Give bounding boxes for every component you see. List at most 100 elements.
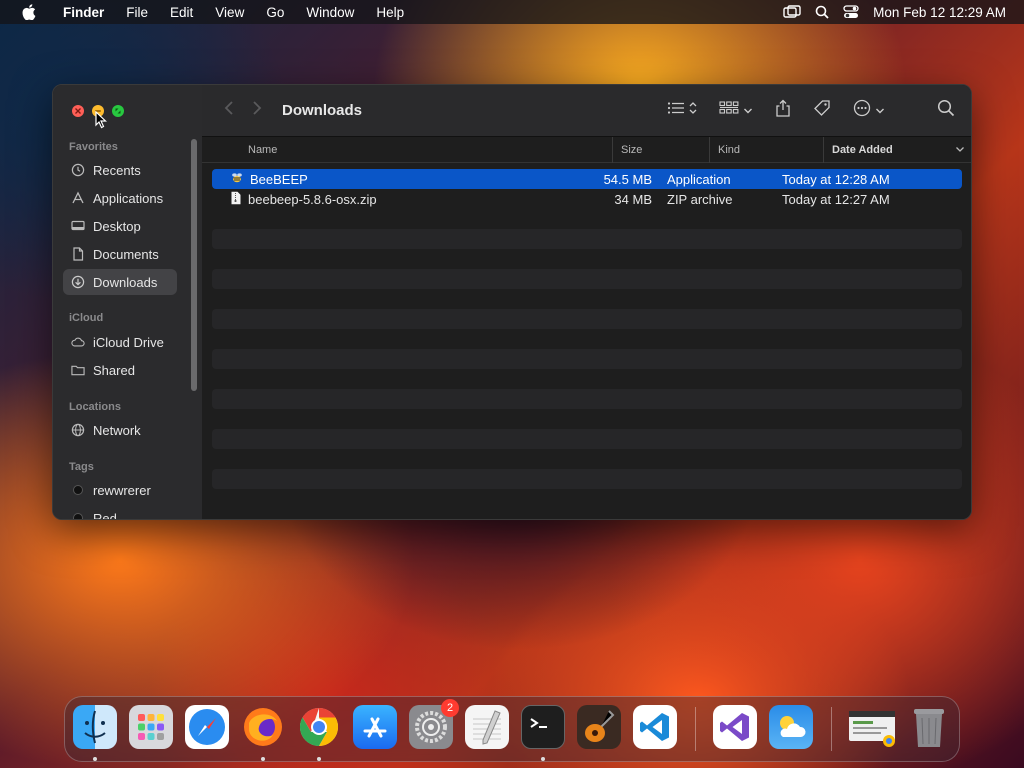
spotlight-search-icon[interactable]: [815, 5, 829, 19]
sort-descending-icon: [955, 144, 965, 156]
menu-window[interactable]: Window: [295, 5, 365, 20]
column-kind[interactable]: Kind: [709, 137, 740, 163]
empty-row: [212, 329, 962, 349]
close-button[interactable]: [72, 105, 84, 117]
finder-window: Favorites Recents Applications Desktop D…: [52, 84, 972, 520]
sidebar-item-label: Red: [93, 510, 117, 520]
dock-firefox-icon[interactable]: [241, 705, 285, 749]
mouse-pointer-icon: [95, 110, 108, 134]
empty-row: [212, 289, 962, 309]
dock-weather-icon[interactable]: [769, 705, 813, 749]
share-button[interactable]: [775, 99, 791, 122]
sidebar-item-network[interactable]: Network: [63, 417, 177, 443]
control-center-icon[interactable]: [843, 5, 859, 19]
grid-group-icon: [719, 101, 739, 120]
sidebar-item-applications[interactable]: Applications: [63, 185, 177, 211]
column-date-added[interactable]: Date Added: [823, 137, 971, 163]
empty-row: [212, 229, 962, 249]
column-size[interactable]: Size: [612, 137, 642, 163]
menu-file[interactable]: File: [115, 5, 159, 20]
empty-row: [212, 349, 962, 369]
section-locations: Locations: [69, 401, 121, 413]
dock-system-settings-icon[interactable]: 2: [409, 699, 459, 749]
menu-help[interactable]: Help: [365, 5, 415, 20]
window-title: Downloads: [282, 102, 363, 119]
dock-separator: [831, 707, 832, 751]
search-button[interactable]: [937, 99, 955, 122]
sidebar-item-label: Shared: [93, 362, 135, 378]
apple-menu-icon[interactable]: [18, 1, 40, 23]
empty-row: [212, 429, 962, 449]
sidebar-item-shared[interactable]: Shared: [63, 357, 177, 383]
sidebar-item-label: Applications: [93, 190, 164, 206]
file-browser: Downloads Name Size Kind Date Added BeeB…: [202, 85, 971, 519]
file-size: 54.5 MB: [603, 171, 652, 187]
dock-terminal-icon[interactable]: [521, 705, 565, 749]
clock-icon: [71, 163, 85, 177]
empty-row: [212, 209, 962, 229]
dock-chrome-icon[interactable]: [297, 705, 341, 749]
up-down-chevron-icon: [689, 101, 697, 120]
sidebar-tag-rewwrerer[interactable]: rewwrerer: [63, 477, 177, 503]
menu-view[interactable]: View: [204, 5, 255, 20]
dock-launchpad-icon[interactable]: [129, 705, 173, 749]
zoom-button[interactable]: [112, 105, 124, 117]
dock-app-store-icon[interactable]: [353, 705, 397, 749]
screen-mirroring-icon[interactable]: [783, 5, 801, 19]
dock-finder-icon[interactable]: [73, 705, 117, 749]
running-indicator: [317, 757, 321, 761]
menu-bar: Finder File Edit View Go Window Help Mon…: [0, 0, 1024, 24]
empty-row: [212, 269, 962, 289]
column-name[interactable]: Name: [240, 137, 277, 163]
file-kind: Application: [667, 171, 731, 187]
tag-icon: [813, 99, 831, 122]
file-list: BeeBEEP 54.5 MB Application Today at 12:…: [212, 169, 962, 509]
forward-button[interactable]: [252, 100, 262, 121]
desktop-icon: [71, 219, 85, 233]
table-row[interactable]: beebeep-5.8.6-osx.zip 34 MB ZIP archive …: [212, 189, 962, 209]
action-menu-button[interactable]: [853, 99, 885, 122]
sidebar-tag-red[interactable]: Red: [63, 505, 177, 520]
menu-go[interactable]: Go: [255, 5, 295, 20]
sidebar-item-icloud-drive[interactable]: iCloud Drive: [63, 329, 177, 355]
sidebar-item-desktop[interactable]: Desktop: [63, 213, 177, 239]
shared-folder-icon: [71, 363, 85, 377]
dock-garageband-icon[interactable]: [577, 705, 621, 749]
list-view-icon: [667, 101, 685, 120]
empty-row: [212, 469, 962, 489]
dock-visual-studio-icon[interactable]: [713, 705, 757, 749]
globe-icon: [71, 423, 85, 437]
section-icloud: iCloud: [69, 312, 104, 324]
back-button[interactable]: [224, 100, 234, 121]
file-kind: ZIP archive: [667, 191, 733, 207]
dock-chrome-app-window-icon[interactable]: [847, 705, 899, 749]
sidebar-scrollbar[interactable]: [191, 139, 197, 391]
empty-row: [212, 489, 962, 509]
menu-app-name[interactable]: Finder: [52, 5, 115, 20]
dock-trash-icon[interactable]: [907, 705, 951, 749]
tag-button[interactable]: [813, 99, 831, 122]
dock: 2: [64, 696, 960, 762]
menubar-clock[interactable]: Mon Feb 12 12:29 AM: [873, 5, 1006, 20]
search-icon: [937, 99, 955, 122]
section-favorites: Favorites: [69, 141, 118, 153]
running-indicator: [541, 757, 545, 761]
sidebar-item-downloads[interactable]: Downloads: [63, 269, 177, 295]
sidebar-item-recents[interactable]: Recents: [63, 157, 177, 183]
dock-vscode-icon[interactable]: [633, 705, 677, 749]
document-icon: [71, 247, 85, 261]
empty-row: [212, 249, 962, 269]
file-name: BeeBEEP: [250, 171, 308, 187]
menu-edit[interactable]: Edit: [159, 5, 204, 20]
empty-row: [212, 409, 962, 429]
file-date-added: Today at 12:27 AM: [782, 191, 890, 207]
view-mode-button[interactable]: [667, 101, 697, 120]
file-name: beebeep-5.8.6-osx.zip: [248, 191, 377, 207]
dock-separator: [695, 707, 696, 751]
notification-badge: 2: [441, 699, 459, 717]
sidebar-item-documents[interactable]: Documents: [63, 241, 177, 267]
dock-textedit-icon[interactable]: [465, 705, 509, 749]
group-button[interactable]: [719, 101, 753, 120]
table-row[interactable]: BeeBEEP 54.5 MB Application Today at 12:…: [212, 169, 962, 189]
dock-safari-icon[interactable]: [185, 705, 229, 749]
